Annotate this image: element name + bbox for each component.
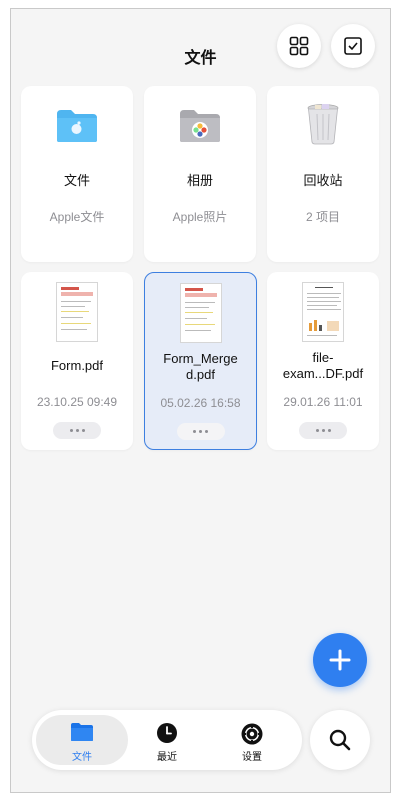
location-card-trash[interactable]: 回收站 2 项目	[267, 86, 379, 262]
tab-settings[interactable]: 设置	[206, 715, 298, 765]
file-name-line2: exam...DF.pdf	[282, 366, 364, 381]
file-name: Form.pdf	[50, 358, 103, 373]
select-mode-button[interactable]	[331, 24, 375, 68]
grid-view-icon	[289, 36, 309, 56]
more-dot	[69, 429, 73, 432]
location-card-photos[interactable]: 相册 Apple照片	[144, 86, 256, 262]
grid-view-button[interactable]	[277, 24, 321, 68]
more-dot	[199, 430, 202, 433]
plus-icon	[329, 649, 351, 671]
more-options-button[interactable]	[176, 423, 225, 440]
more-dot	[75, 429, 79, 432]
file-card[interactable]: file- exam...DF.pdf 29.01.26 11:01	[267, 272, 379, 450]
checkbox-select-icon	[344, 37, 362, 55]
search-button[interactable]	[310, 710, 370, 770]
blue-folder-icon	[55, 108, 99, 144]
pdf-thumbnail	[179, 283, 222, 343]
more-dot	[193, 430, 196, 433]
gear-icon	[240, 722, 264, 751]
file-date: 29.01.26 11:01	[283, 395, 363, 409]
location-subtitle: Apple文件	[49, 210, 105, 224]
tab-label: 文件	[72, 752, 92, 763]
file-card[interactable]: Form.pdf 23.10.25 09:49	[21, 272, 133, 450]
more-options-button[interactable]	[53, 422, 101, 439]
location-subtitle: 2 项目	[305, 210, 340, 224]
location-card-files[interactable]: 文件 Apple文件	[21, 86, 133, 262]
tab-recent[interactable]: 最近	[121, 715, 213, 765]
file-name-line1: Form_Merge	[163, 351, 238, 366]
more-options-button[interactable]	[299, 422, 347, 439]
more-dot	[321, 429, 325, 432]
folder-icon	[70, 722, 94, 747]
tab-label: 最近	[157, 752, 177, 763]
pdf-thumbnail	[302, 282, 344, 342]
more-dot	[315, 429, 319, 432]
pdf-thumbnail	[56, 282, 98, 342]
file-date: 23.10.25 09:49	[36, 395, 118, 409]
bottom-tab-bar: 文件 最近 设置	[32, 710, 302, 770]
search-icon	[329, 729, 351, 751]
file-name-line2: d.pdf	[186, 367, 215, 382]
location-name: 文件	[63, 173, 90, 188]
location-name: 相册	[186, 173, 213, 188]
photos-folder-icon	[178, 108, 222, 144]
tab-files[interactable]: 文件	[36, 715, 128, 765]
more-dot	[327, 429, 331, 432]
file-date: 05.02.26 16:58	[160, 396, 241, 410]
add-button[interactable]	[313, 633, 367, 687]
clock-icon	[156, 722, 178, 749]
files-app-window: 文件 文件 Apple文件 相册 Apple照片 回收站 2 项目 Form.p…	[10, 8, 391, 793]
trash-can-icon	[305, 102, 341, 146]
file-name-line1: file-	[312, 350, 334, 365]
location-name: 回收站	[303, 173, 343, 188]
file-card-selected[interactable]: Form_Merge d.pdf 05.02.26 16:58	[144, 272, 257, 450]
more-dot	[81, 429, 85, 432]
tab-label: 设置	[242, 752, 262, 763]
more-dot	[205, 430, 208, 433]
location-subtitle: Apple照片	[172, 210, 228, 224]
